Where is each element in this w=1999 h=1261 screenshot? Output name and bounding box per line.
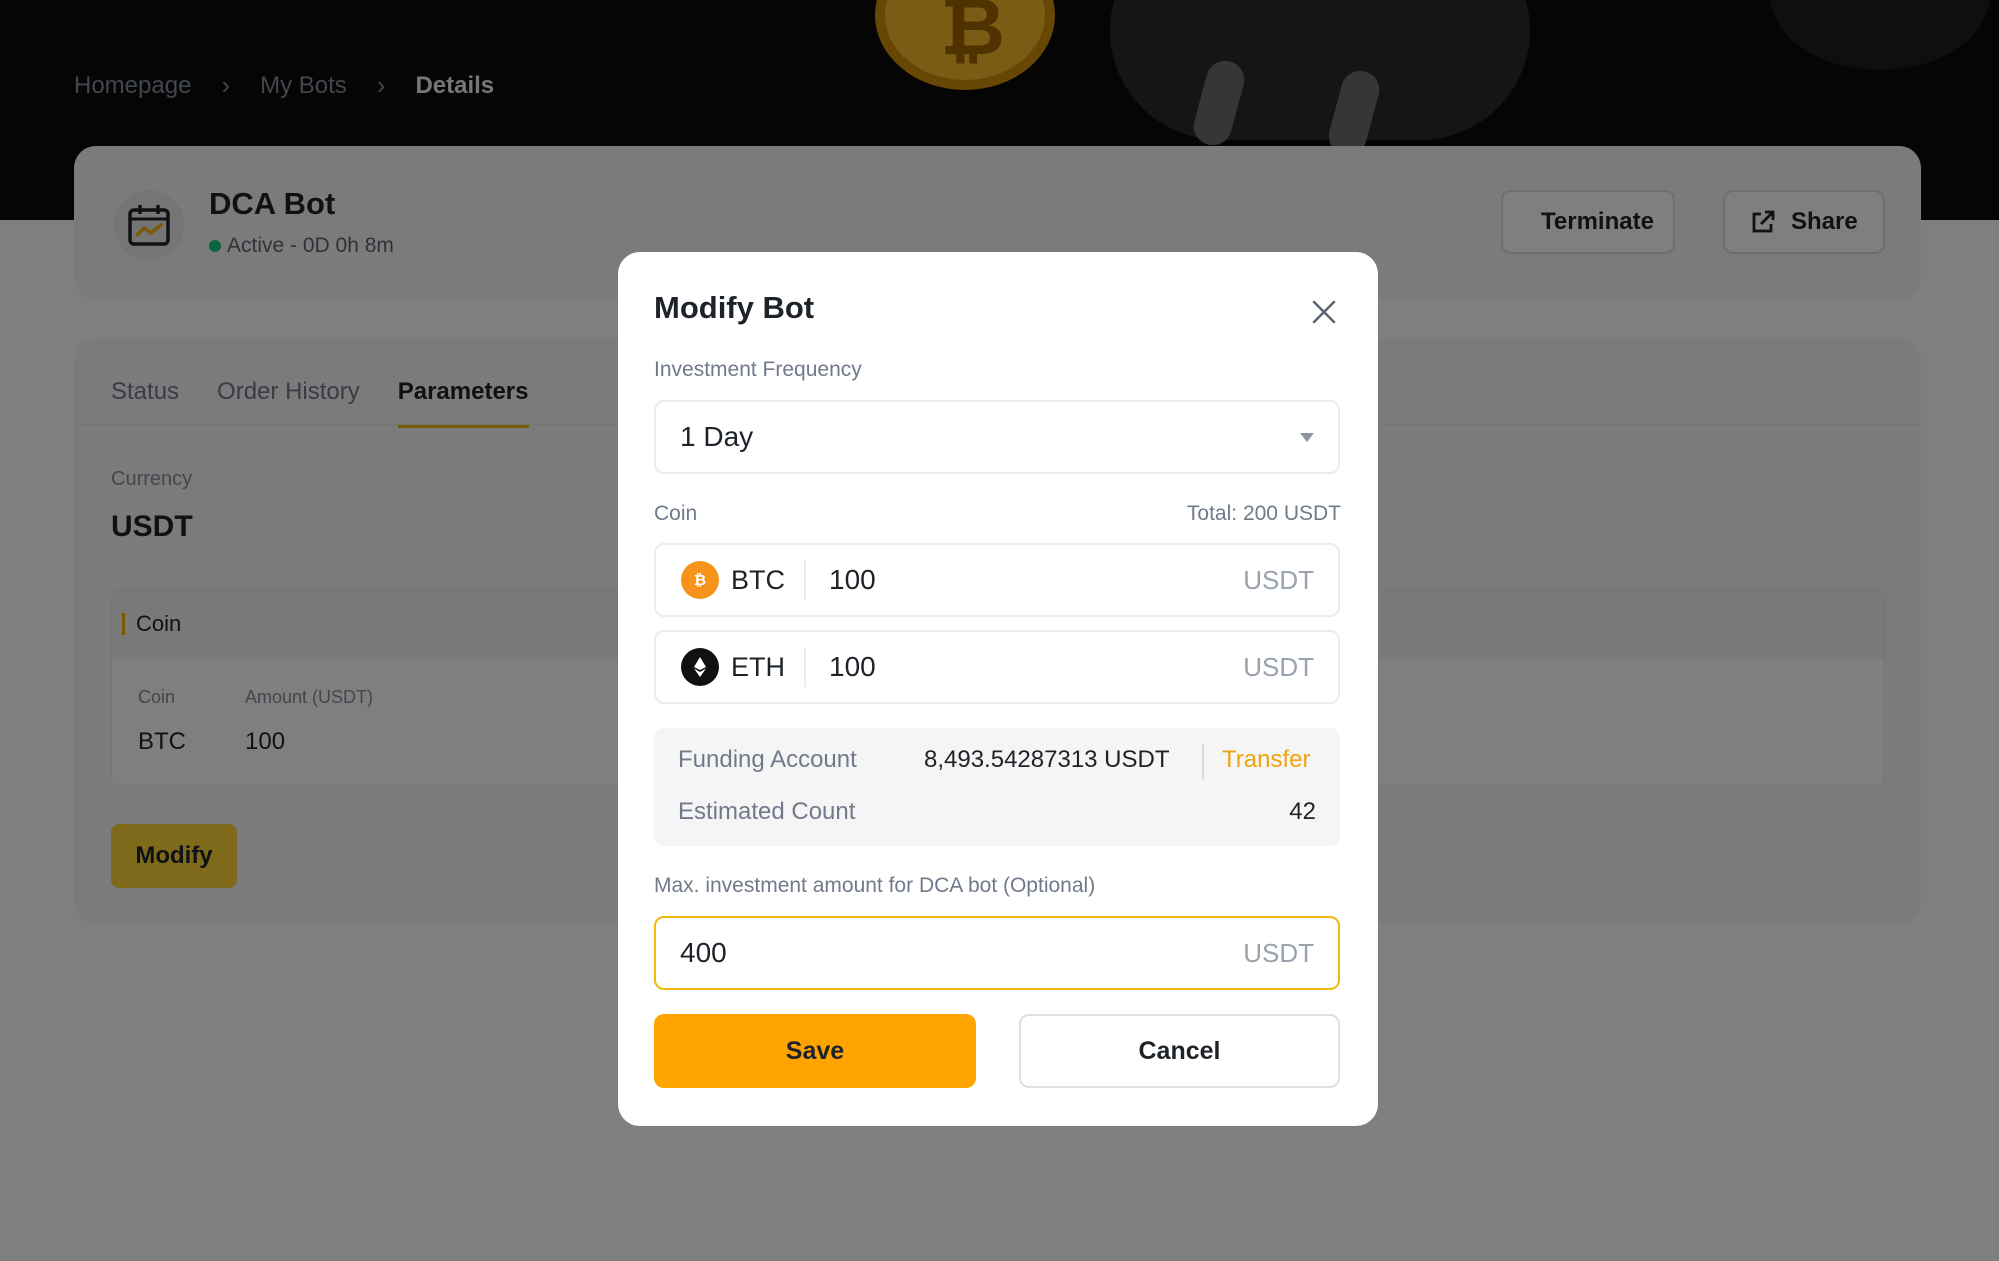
coin-symbol: ETH: [731, 651, 785, 682]
close-icon[interactable]: [1306, 294, 1342, 330]
max-investment-label: Max. investment amount for DCA bot (Opti…: [654, 874, 1096, 897]
total-label: Total: 200 USDT: [1186, 502, 1341, 525]
max-investment-value: 400: [680, 937, 727, 968]
coin-label: Coin: [654, 502, 698, 525]
coin-unit: USDT: [1243, 564, 1314, 595]
funding-account-label: Funding Account: [678, 746, 857, 773]
funding-account-value: 8,493.54287313 USDT: [924, 746, 1170, 773]
transfer-link[interactable]: Transfer: [1222, 746, 1310, 774]
estimated-count-label: Estimated Count: [678, 798, 856, 825]
bitcoin-icon: ₿: [681, 561, 719, 599]
save-button[interactable]: Save: [654, 1014, 976, 1088]
coin-row-eth: ETH 100 USDT: [654, 630, 1340, 704]
max-investment-input[interactable]: 400 USDT: [654, 916, 1340, 990]
coin-symbol: BTC: [731, 564, 785, 595]
frequency-value: 1 Day: [680, 421, 754, 452]
max-investment-unit: USDT: [1243, 937, 1314, 968]
btc-amount-input[interactable]: 100: [829, 564, 876, 596]
funding-info-box: Funding Account 8,493.54287313 USDT Tran…: [654, 728, 1340, 846]
modal-title: Modify Bot: [654, 290, 815, 325]
caret-down-icon: [1300, 432, 1314, 442]
ethereum-icon: [681, 648, 719, 686]
coin-row-btc: ₿ BTC 100 USDT: [654, 543, 1340, 617]
eth-amount-input[interactable]: 100: [829, 651, 876, 683]
svg-text:₿: ₿: [694, 571, 706, 589]
frequency-select[interactable]: 1 Day: [654, 400, 1340, 474]
modify-bot-modal: Modify Bot Investment Frequency 1 Day Co…: [618, 252, 1378, 1126]
divider: [1202, 744, 1204, 780]
estimated-count-value: 42: [1289, 798, 1316, 825]
coin-unit: USDT: [1243, 651, 1314, 682]
cancel-button[interactable]: Cancel: [1019, 1014, 1340, 1088]
frequency-label: Investment Frequency: [654, 358, 862, 381]
